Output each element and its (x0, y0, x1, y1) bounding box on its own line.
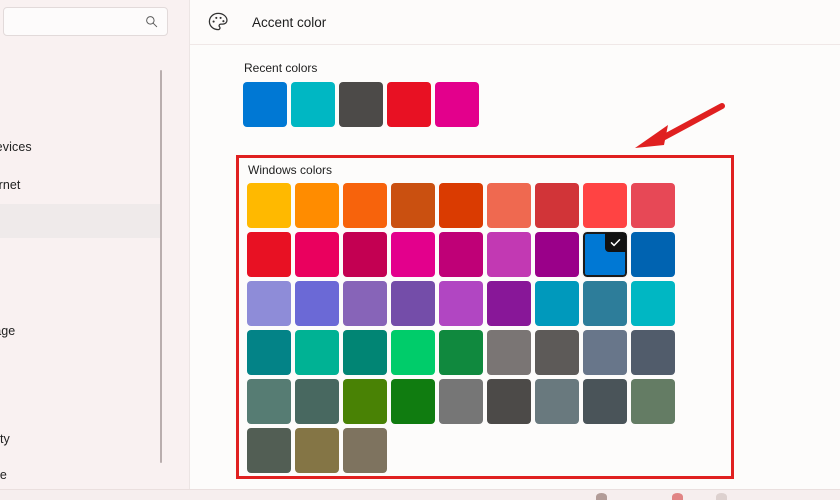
sidebar-item-label: h & devices (0, 140, 32, 154)
red-highlight-box: Windows colors (236, 155, 734, 479)
taskbar-icon[interactable] (596, 493, 607, 500)
windows-colors-section: Windows colors (247, 163, 675, 473)
windows-color-swatch[interactable] (391, 379, 435, 424)
windows-color-swatch[interactable] (583, 183, 627, 228)
windows-color-swatch[interactable] (295, 330, 339, 375)
selected-check-corner (605, 233, 626, 252)
windows-color-swatch[interactable] (343, 281, 387, 326)
search-box-container (3, 7, 168, 37)
windows-color-swatch[interactable] (631, 232, 675, 277)
taskbar-icon[interactable] (716, 493, 727, 500)
windows-color-swatch[interactable] (295, 379, 339, 424)
windows-color-swatch[interactable] (535, 379, 579, 424)
sidebar-item-windows-update[interactable]: Update (0, 458, 162, 492)
recent-colors-section: Recent colors (243, 61, 479, 127)
windows-color-swatch[interactable] (583, 330, 627, 375)
windows-color-swatch[interactable] (487, 232, 531, 277)
recent-colors-row (243, 82, 479, 127)
windows-color-swatch[interactable] (583, 281, 627, 326)
windows-color-swatch[interactable] (631, 183, 675, 228)
search-box[interactable] (3, 7, 168, 37)
sidebar-item-network-internet[interactable]: & internet (0, 168, 162, 202)
sidebar-item-personalization[interactable]: zation (0, 204, 162, 238)
windows-color-swatch[interactable] (391, 281, 435, 326)
recent-swatch-blue[interactable] (243, 82, 287, 127)
windows-color-swatch[interactable] (295, 232, 339, 277)
sidebar-item-accessibility[interactable]: ity (0, 387, 162, 421)
search-icon[interactable] (145, 15, 158, 28)
windows-color-swatch[interactable] (391, 232, 435, 277)
windows-colors-label: Windows colors (248, 163, 333, 177)
palette-icon (206, 10, 230, 34)
windows-color-swatch[interactable] (631, 281, 675, 326)
windows-color-swatch[interactable] (439, 183, 483, 228)
taskbar-icon[interactable] (672, 493, 683, 500)
windows-color-swatch[interactable] (535, 281, 579, 326)
sidebar-item-label: Update (0, 468, 7, 482)
recent-colors-label: Recent colors (244, 61, 318, 75)
windows-color-swatch[interactable] (247, 232, 291, 277)
windows-color-swatch[interactable] (583, 379, 627, 424)
sidebar-item-label: anguage (0, 324, 16, 338)
windows-color-swatch[interactable] (631, 379, 675, 424)
windows-color-swatch[interactable] (247, 281, 291, 326)
windows-color-swatch[interactable] (439, 330, 483, 375)
windows-color-swatch[interactable] (343, 232, 387, 277)
windows-color-swatch[interactable] (247, 183, 291, 228)
windows-color-swatch[interactable] (487, 330, 531, 375)
taskbar-sliver (0, 489, 840, 500)
windows-color-swatch[interactable] (391, 330, 435, 375)
settings-window: h & devices & internet zation anguage it… (0, 0, 840, 500)
windows-color-swatch[interactable] (535, 330, 579, 375)
windows-color-swatch[interactable] (487, 183, 531, 228)
sidebar-item-time-language[interactable]: anguage (0, 314, 162, 348)
navigation-sidebar: h & devices & internet zation anguage it… (0, 0, 190, 500)
windows-color-swatch[interactable] (487, 281, 531, 326)
windows-color-swatch[interactable] (487, 379, 531, 424)
windows-color-swatch-selected[interactable] (582, 231, 628, 278)
search-input[interactable] (12, 8, 136, 37)
windows-color-swatch[interactable] (247, 428, 291, 473)
windows-color-swatch[interactable] (247, 379, 291, 424)
windows-color-swatch[interactable] (535, 183, 579, 228)
windows-color-swatch[interactable] (535, 232, 579, 277)
page-header: Accent color (190, 0, 840, 44)
windows-color-swatch[interactable] (343, 183, 387, 228)
windows-colors-grid (247, 183, 675, 473)
sidebar-item-label: security (0, 432, 10, 446)
sidebar-item-bluetooth-devices[interactable]: h & devices (0, 130, 162, 164)
windows-color-swatch[interactable] (295, 183, 339, 228)
windows-color-swatch[interactable] (439, 379, 483, 424)
recent-swatch-dark-gray[interactable] (339, 82, 383, 127)
windows-color-swatch[interactable] (439, 281, 483, 326)
windows-color-swatch[interactable] (439, 232, 483, 277)
page-title: Accent color (252, 14, 327, 30)
sidebar-scrollbar[interactable] (160, 70, 162, 463)
sidebar-item-label: & internet (0, 178, 21, 192)
windows-color-swatch[interactable] (247, 330, 291, 375)
windows-color-swatch[interactable] (631, 330, 675, 375)
recent-swatch-magenta[interactable] (435, 82, 479, 127)
sidebar-content: h & devices & internet zation anguage it… (0, 0, 168, 500)
windows-color-swatch[interactable] (295, 428, 339, 473)
recent-swatch-red[interactable] (387, 82, 431, 127)
sidebar-item-privacy-security[interactable]: security (0, 422, 162, 456)
windows-color-swatch[interactable] (343, 428, 387, 473)
windows-color-swatch[interactable] (391, 183, 435, 228)
windows-color-swatch[interactable] (343, 379, 387, 424)
windows-color-swatch[interactable] (295, 281, 339, 326)
recent-swatch-cyan[interactable] (291, 82, 335, 127)
windows-color-swatch[interactable] (343, 330, 387, 375)
